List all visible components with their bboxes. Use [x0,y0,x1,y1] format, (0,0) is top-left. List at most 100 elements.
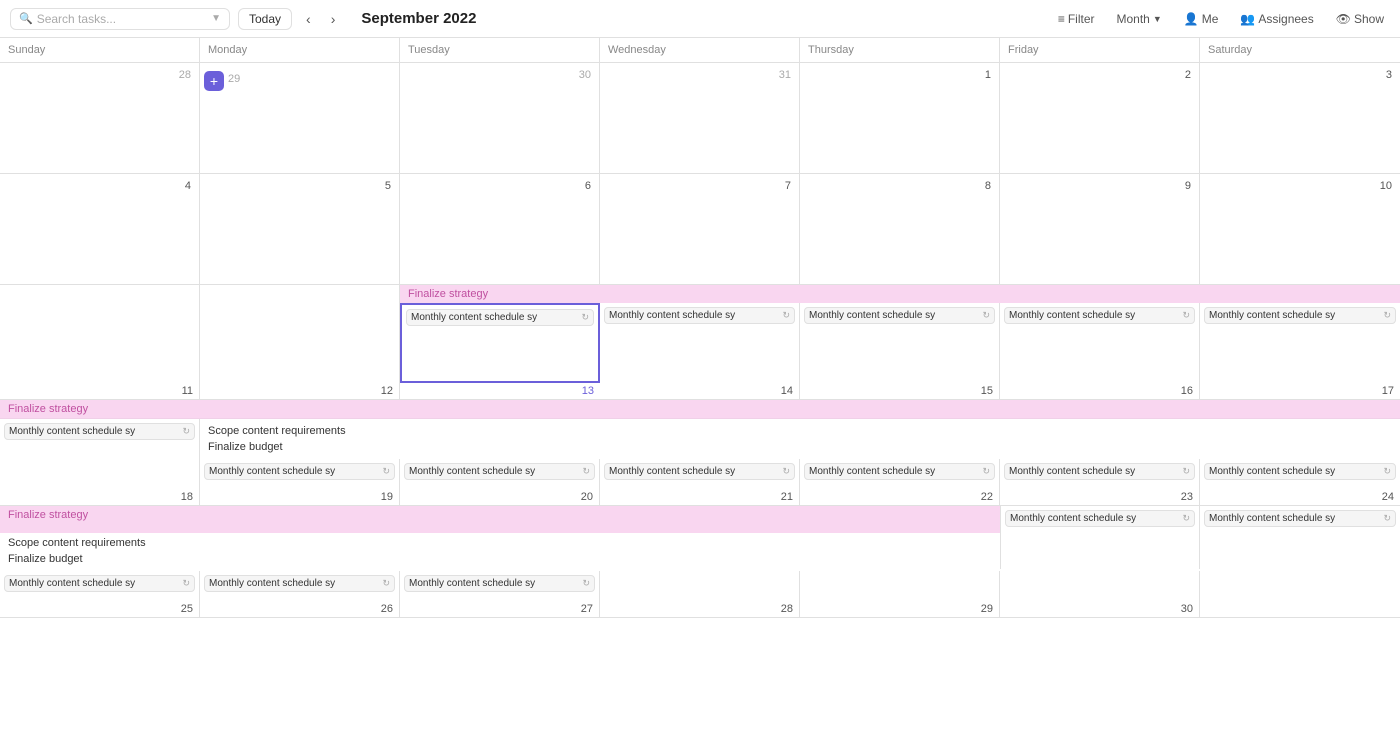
week4-col3[interactable]: Monthly content schedule sy ↻ [400,459,600,489]
me-button[interactable]: 👤 Me [1178,9,1225,29]
week3-banner-row: Finalize strategy [0,285,1400,303]
day-cell-13-selected[interactable]: Monthly content schedule sy ↻ [400,303,600,383]
day-cell-16[interactable]: Monthly content schedule sy ↻ [1000,303,1200,383]
monthly-content-event-13[interactable]: Monthly content schedule sy ↻ [406,309,594,326]
today-button[interactable]: Today [238,8,292,30]
day-cell-14[interactable]: Monthly content schedule sy ↻ [600,303,800,383]
week3-events-row: Monthly content schedule sy ↻ Monthly co… [0,303,1400,383]
week5-scope-budget: Scope content requirements Finalize budg… [0,533,1000,569]
week4-scope-budget: Scope content requirements Finalize budg… [200,419,1400,459]
week5-col1[interactable]: Monthly content schedule sy ↻ [0,571,200,601]
finalize-strategy-banner-week4[interactable]: Finalize strategy [0,400,1400,419]
week4-col7[interactable]: Monthly content schedule sy ↻ [1200,459,1400,489]
filter-button[interactable]: ≡ Filter [1052,9,1101,29]
day-num-9: 9 [1004,178,1195,196]
num-16: 16 [1000,383,1200,399]
week4-monthly-row: Monthly content schedule sy ↻ Monthly co… [0,459,1400,489]
monthly-content-event-w5-sun2[interactable]: Monthly content schedule sy ↻ [1204,510,1396,527]
monthly-content-event-w5-sat[interactable]: Monthly content schedule sy ↻ [1005,510,1195,527]
week5-col5-empty[interactable] [800,571,1000,601]
search-box[interactable]: 🔍 Search tasks... ▼ [10,8,230,30]
sync-icon-13: ↻ [581,312,589,323]
monthly-content-event-18[interactable]: Monthly content schedule sy ↻ [4,423,195,440]
day-cell-7[interactable]: 7 [600,174,800,284]
day-cell-17[interactable]: Monthly content schedule sy ↻ [1200,303,1400,383]
monthly-content-event-19[interactable]: Monthly content schedule sy ↻ [204,463,395,480]
week5-col7-empty[interactable] [1200,571,1400,601]
monthly-content-event-25[interactable]: Monthly content schedule sy ↻ [4,575,195,592]
monthly-content-event-14[interactable]: Monthly content schedule sy ↻ [604,307,795,324]
week-block-3: Finalize strategy Monthly content schedu… [0,285,1400,400]
day-num-6: 6 [404,178,595,196]
scope-content-label-w5[interactable]: Scope content requirements [8,535,992,551]
eye-icon: 👁 [1336,12,1351,26]
day-cell-6[interactable]: 6 [400,174,600,284]
day-num-5: 5 [204,178,395,196]
day-cell-9[interactable]: 9 [1000,174,1200,284]
week4-empty-col1[interactable] [0,459,200,489]
day-cell-28[interactable]: 28 [0,63,200,173]
day-cell-12[interactable] [200,303,400,383]
day-cell-10[interactable]: 10 [1200,174,1400,284]
day-cell-15[interactable]: Monthly content schedule sy ↻ [800,303,1000,383]
finalize-budget-label[interactable]: Finalize budget [208,439,1392,455]
day-num-10: 10 [1204,178,1396,196]
week4-sub-events: Monthly content schedule sy ↻ Scope cont… [0,419,1400,459]
show-button[interactable]: 👁 Show [1330,9,1390,29]
assignees-button[interactable]: 👥 Assignees [1234,9,1319,29]
week5-col2[interactable]: Monthly content schedule sy ↻ [200,571,400,601]
week5-col6-empty[interactable] [1000,571,1200,601]
week5-col3[interactable]: Monthly content schedule sy ↻ [400,571,600,601]
sync-icon-14: ↻ [782,310,790,321]
day-header-monday: Monday [200,38,400,62]
day-num-8: 8 [804,178,995,196]
week4-col4[interactable]: Monthly content schedule sy ↻ [600,459,800,489]
week5-monthly-23[interactable]: Monthly content schedule sy ↻ [1200,506,1400,533]
week-block-5: Finalize strategy Monthly content schedu… [0,506,1400,618]
day-cell-30[interactable]: 30 [400,63,600,173]
week4-col2[interactable]: Monthly content schedule sy ↻ [200,459,400,489]
num-26: 26 [200,601,400,617]
show-label: Show [1354,12,1384,26]
monthly-content-event-17[interactable]: Monthly content schedule sy ↻ [1204,307,1396,324]
day-cell-sep2[interactable]: 2 [1000,63,1200,173]
prev-button[interactable]: ‹ [300,8,317,30]
num-28b: 28 [600,601,800,617]
day-cell-29[interactable]: + 29 [200,63,400,173]
week5-monthly-22[interactable]: Monthly content schedule sy ↻ [1000,506,1200,533]
next-button[interactable]: › [325,8,342,30]
finalize-strategy-banner-week3[interactable]: Finalize strategy [400,285,1400,303]
monthly-content-event-23[interactable]: Monthly content schedule sy ↻ [1004,463,1195,480]
scope-content-label[interactable]: Scope content requirements [208,423,1392,439]
monthly-content-event-26[interactable]: Monthly content schedule sy ↻ [204,575,395,592]
monthly-content-event-15[interactable]: Monthly content schedule sy ↻ [804,307,995,324]
day-cell-31[interactable]: 31 [600,63,800,173]
monthly-content-event-16[interactable]: Monthly content schedule sy ↻ [1004,307,1195,324]
search-icon: 🔍 [19,12,33,25]
event-label-14: Monthly content schedule sy [609,310,735,321]
day-cell-8[interactable]: 8 [800,174,1000,284]
day-cell-sep1[interactable]: 1 [800,63,1000,173]
week5-col4-empty[interactable] [600,571,800,601]
week4-col6[interactable]: Monthly content schedule sy ↻ [1000,459,1200,489]
day-cell-5[interactable]: 5 [200,174,400,284]
monthly-content-event-24[interactable]: Monthly content schedule sy ↻ [1204,463,1396,480]
monthly-content-event-21[interactable]: Monthly content schedule sy ↻ [604,463,795,480]
search-placeholder: Search tasks... [37,12,116,26]
day-cell-11[interactable] [0,303,200,383]
week4-col1[interactable]: Monthly content schedule sy ↻ [0,419,200,459]
filter-label: Filter [1068,12,1095,26]
day-cell-4[interactable]: 4 [0,174,200,284]
monthly-content-event-20[interactable]: Monthly content schedule sy ↻ [404,463,595,480]
add-event-button-29[interactable]: + [204,71,224,91]
monthly-content-event-22[interactable]: Monthly content schedule sy ↻ [804,463,995,480]
month-button[interactable]: Month ▼ [1111,9,1168,29]
month-title: September 2022 [361,10,476,27]
monthly-content-event-27[interactable]: Monthly content schedule sy ↻ [404,575,595,592]
num-25: 25 [0,601,200,617]
day-cell-sep3[interactable]: 3 [1200,63,1400,173]
day-header-saturday: Saturday [1200,38,1400,62]
finalize-strategy-banner-week5[interactable]: Finalize strategy [0,506,1000,533]
week4-col5[interactable]: Monthly content schedule sy ↻ [800,459,1000,489]
finalize-budget-label-w5[interactable]: Finalize budget [8,551,992,567]
